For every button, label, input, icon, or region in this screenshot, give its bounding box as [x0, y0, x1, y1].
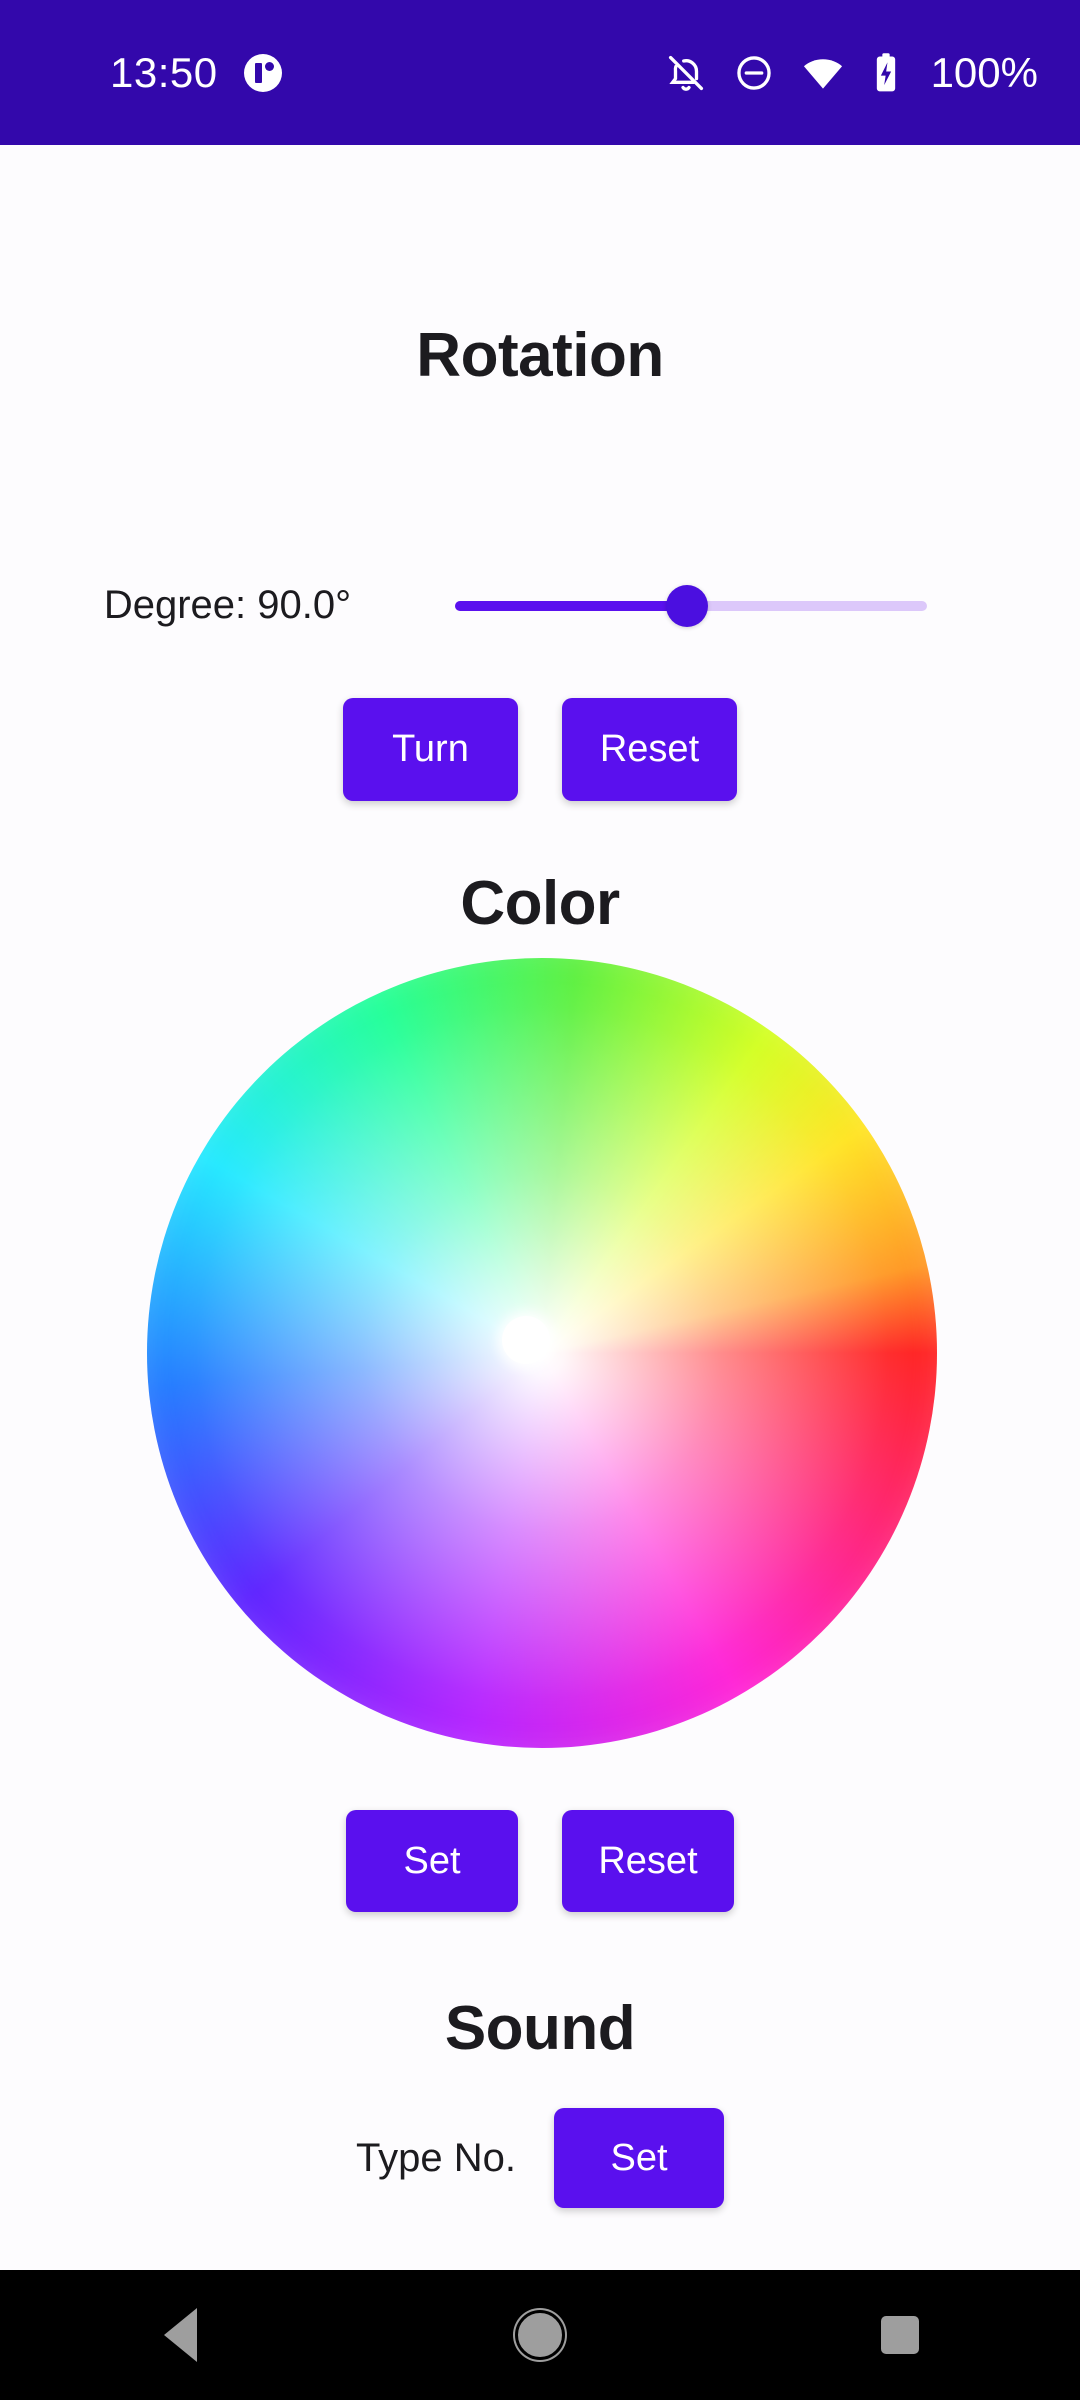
back-triangle-icon	[163, 2308, 197, 2362]
phone-screen: 13:50 100% Rotation Degree: 90.0° Turn R…	[0, 0, 1080, 2400]
status-bar-left: 13:50	[110, 48, 282, 96]
status-bar: 13:50 100%	[0, 0, 1080, 145]
nav-recents-button[interactable]	[790, 2270, 1010, 2400]
recents-square-icon	[881, 2316, 919, 2354]
battery-percentage-label: 100%	[930, 48, 1038, 96]
slider-fill	[455, 601, 687, 611]
nav-back-button[interactable]	[70, 2270, 290, 2400]
do-not-disturb-icon	[733, 52, 775, 94]
home-circle-icon	[518, 2313, 562, 2357]
rotation-slider[interactable]	[455, 575, 932, 635]
color-button-row: Set Reset	[0, 1810, 1080, 1912]
sound-set-button[interactable]: Set	[554, 2108, 725, 2208]
rotation-section-title: Rotation	[416, 321, 664, 390]
status-bar-right: 100%	[665, 51, 1038, 95]
nav-home-button[interactable]	[430, 2270, 650, 2400]
color-reset-button[interactable]: Reset	[562, 1810, 734, 1912]
slider-thumb[interactable]	[666, 585, 708, 627]
rotation-reset-button[interactable]: Reset	[562, 698, 737, 801]
sound-type-label: Type No.	[355, 2135, 517, 2180]
turn-button[interactable]: Turn	[343, 698, 518, 801]
notifications-off-icon	[665, 52, 707, 94]
wifi-icon	[801, 51, 845, 95]
rotation-button-row: Turn Reset	[0, 698, 1080, 801]
status-clock: 13:50	[110, 48, 218, 96]
app-notification-icon	[243, 53, 282, 92]
degree-row: Degree: 90.0°	[0, 575, 1080, 635]
color-section-title: Color	[460, 869, 620, 938]
battery-charging-icon	[871, 51, 901, 95]
degree-label: Degree: 90.0°	[103, 582, 352, 627]
color-set-button[interactable]: Set	[346, 1810, 518, 1912]
sound-row: Type No. Set	[0, 2108, 1080, 2208]
color-wheel-selector[interactable]	[502, 1316, 550, 1364]
sound-section-title: Sound	[444, 1994, 636, 2063]
app-content: Rotation Degree: 90.0° Turn Reset Color …	[0, 145, 1080, 2270]
color-wheel[interactable]	[147, 958, 937, 1748]
navigation-bar	[0, 2270, 1080, 2400]
